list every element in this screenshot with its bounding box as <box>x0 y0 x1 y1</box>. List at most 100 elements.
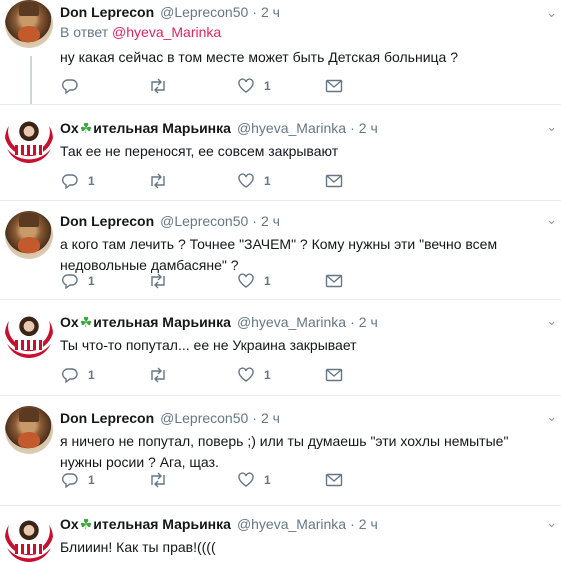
reply-count: 1 <box>88 368 95 382</box>
tweet-header: Don Leprecon @Leprecon50 · 2 ч <box>60 2 547 22</box>
author-name[interactable]: Don Leprecon <box>60 213 154 229</box>
dm-button[interactable] <box>324 174 344 188</box>
tweet[interactable]: Ох☘ительная Марьинка @hyeva_Marinka · 2 … <box>0 105 561 201</box>
retweet-icon <box>148 273 168 289</box>
separator-dot: · <box>252 410 257 426</box>
like-button[interactable]: 1 <box>236 367 324 383</box>
tweet-text: Блииин! Как ты прав!(((( <box>60 539 216 555</box>
reply-button[interactable]: 1 <box>60 367 148 383</box>
tweet-text: я ничего не попутал, поверь ;) или ты ду… <box>60 433 509 470</box>
chevron-down-icon[interactable]: ⌄ <box>546 212 557 228</box>
timestamp[interactable]: 2 ч <box>359 120 378 136</box>
envelope-icon <box>324 79 344 93</box>
author-name[interactable]: Don Leprecon <box>60 4 154 20</box>
reply-count: 1 <box>88 274 95 288</box>
reply-button[interactable]: 1 <box>60 273 148 289</box>
like-button[interactable]: 1 <box>236 173 324 189</box>
tweet[interactable]: Don Leprecon @Leprecon50 · 2 ч а кого та… <box>0 201 561 300</box>
avatar[interactable] <box>5 211 53 259</box>
author-handle[interactable]: @Leprecon50 <box>160 4 248 20</box>
heart-icon <box>236 472 256 488</box>
chevron-down-icon[interactable]: ⌄ <box>546 5 557 21</box>
reply-icon <box>60 173 80 189</box>
like-count: 1 <box>264 274 271 288</box>
author-handle[interactable]: @hyeva_Marinka <box>237 120 346 136</box>
avatar[interactable] <box>5 0 53 48</box>
heart-icon <box>236 78 256 94</box>
timestamp[interactable]: 2 ч <box>359 516 378 532</box>
tweet-header: Ох☘ительная Марьинка @hyeva_Marinka · 2 … <box>60 514 547 534</box>
thread-line <box>30 56 32 104</box>
retweet-icon <box>148 472 168 488</box>
timestamp[interactable]: 2 ч <box>261 4 280 20</box>
chevron-down-icon[interactable]: ⌄ <box>546 119 557 135</box>
tweet-header: Ох☘ительная Марьинка @hyeva_Marinka · 2 … <box>60 312 547 332</box>
retweet-button[interactable] <box>148 472 236 488</box>
envelope-icon <box>324 473 344 487</box>
reply-icon <box>60 472 80 488</box>
heart-icon <box>236 367 256 383</box>
chevron-down-icon[interactable]: ⌄ <box>546 515 557 531</box>
avatar[interactable] <box>5 115 53 163</box>
clover-icon: ☘ <box>79 515 93 532</box>
avatar[interactable] <box>5 310 53 358</box>
author-handle[interactable]: @hyeva_Marinka <box>237 314 346 330</box>
retweet-button[interactable] <box>148 173 236 189</box>
retweet-icon <box>148 78 168 94</box>
chevron-down-icon[interactable]: ⌄ <box>546 409 557 425</box>
author-name[interactable]: Ох☘ительная Марьинка <box>60 120 231 137</box>
reply-button[interactable]: 1 <box>60 173 148 189</box>
like-button[interactable]: 1 <box>236 78 324 94</box>
clover-icon: ☘ <box>79 313 93 330</box>
author-name[interactable]: Ох☘ительная Марьинка <box>60 314 231 331</box>
reply-icon <box>60 78 80 94</box>
tweet-text: Ты что-то попутал... ее не Украина закры… <box>60 337 357 353</box>
envelope-icon <box>324 174 344 188</box>
reply-context: В ответ @hyeva_Marinka <box>60 24 547 44</box>
tweet[interactable]: Ох☘ительная Марьинка @hyeva_Marinka · 2 … <box>0 300 561 396</box>
retweet-icon <box>148 173 168 189</box>
separator-dot: · <box>350 314 355 330</box>
author-handle[interactable]: @Leprecon50 <box>160 410 248 426</box>
author-name[interactable]: Don Leprecon <box>60 410 154 426</box>
reply-mention-link[interactable]: @hyeva_Marinka <box>112 24 221 40</box>
retweet-button[interactable] <box>148 78 236 94</box>
reply-button[interactable] <box>60 78 148 94</box>
tweet-text: ну какая сейчас в том месте может быть Д… <box>60 49 458 65</box>
like-count: 1 <box>264 368 271 382</box>
tweet-header: Don Leprecon @Leprecon50 · 2 ч <box>60 211 547 231</box>
tweet[interactable]: Ох☘ительная Марьинка @hyeva_Marinka · 2 … <box>0 506 561 562</box>
author-handle[interactable]: @Leprecon50 <box>160 213 248 229</box>
like-button[interactable]: 1 <box>236 472 324 488</box>
dm-button[interactable] <box>324 368 344 382</box>
avatar[interactable] <box>5 406 53 454</box>
separator-dot: · <box>252 4 257 20</box>
like-button[interactable]: 1 <box>236 273 324 289</box>
timestamp[interactable]: 2 ч <box>359 314 378 330</box>
timestamp[interactable]: 2 ч <box>261 410 280 426</box>
reply-icon <box>60 367 80 383</box>
tweet-header: Ох☘ительная Марьинка @hyeva_Marinka · 2 … <box>60 118 547 138</box>
chevron-down-icon[interactable]: ⌄ <box>546 313 557 329</box>
retweet-icon <box>148 367 168 383</box>
dm-button[interactable] <box>324 274 344 288</box>
author-handle[interactable]: @hyeva_Marinka <box>237 516 346 532</box>
tweet-header: Don Leprecon @Leprecon50 · 2 ч <box>60 408 547 428</box>
separator-dot: · <box>350 120 355 136</box>
heart-icon <box>236 173 256 189</box>
reply-button[interactable]: 1 <box>60 472 148 488</box>
tweet[interactable]: Don Leprecon @Leprecon50 · 2 ч В ответ @… <box>0 0 561 105</box>
tweet[interactable]: Don Leprecon @Leprecon50 · 2 ч я ничего … <box>0 396 561 506</box>
reply-icon <box>60 273 80 289</box>
like-count: 1 <box>264 79 271 93</box>
dm-button[interactable] <box>324 79 344 93</box>
author-name[interactable]: Ох☘ительная Марьинка <box>60 516 231 533</box>
like-count: 1 <box>264 473 271 487</box>
avatar[interactable] <box>5 514 53 562</box>
retweet-button[interactable] <box>148 367 236 383</box>
clover-icon: ☘ <box>79 119 93 136</box>
retweet-button[interactable] <box>148 273 236 289</box>
timestamp[interactable]: 2 ч <box>261 213 280 229</box>
tweet-text: Так ее не переносят, ее совсем закрывают <box>60 143 339 159</box>
dm-button[interactable] <box>324 473 344 487</box>
